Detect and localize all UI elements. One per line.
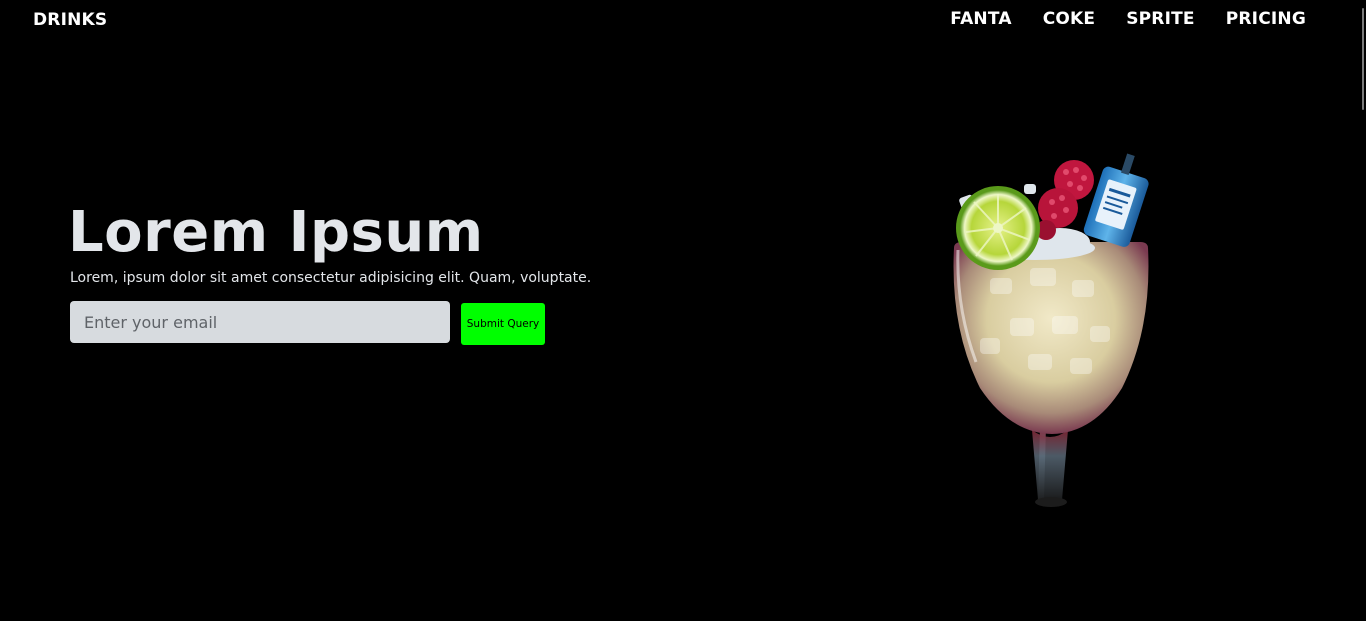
scrollbar[interactable] — [1360, 0, 1366, 621]
email-input[interactable] — [70, 301, 450, 343]
scrollbar-thumb[interactable] — [1362, 8, 1364, 110]
submit-query-button[interactable]: Submit Query — [461, 303, 545, 345]
nav-item-sprite[interactable]: SPRITE — [1126, 9, 1195, 29]
hero-title: Lorem Ipsum — [68, 200, 484, 265]
nav-item-fanta[interactable]: FANTA — [950, 9, 1011, 29]
cocktail-glass-image — [953, 153, 1149, 507]
nav-item-coke[interactable]: COKE — [1043, 9, 1096, 29]
nav-item-pricing[interactable]: PRICING — [1226, 9, 1306, 29]
brand-logo[interactable]: DRINKS — [33, 10, 107, 30]
page: DRINKS FANTA COKE SPRITE PRICING Lorem I… — [0, 0, 1366, 621]
hero-subtitle: Lorem, ipsum dolor sit amet consectetur … — [70, 270, 592, 286]
main-nav: FANTA COKE SPRITE PRICING — [950, 9, 1306, 29]
